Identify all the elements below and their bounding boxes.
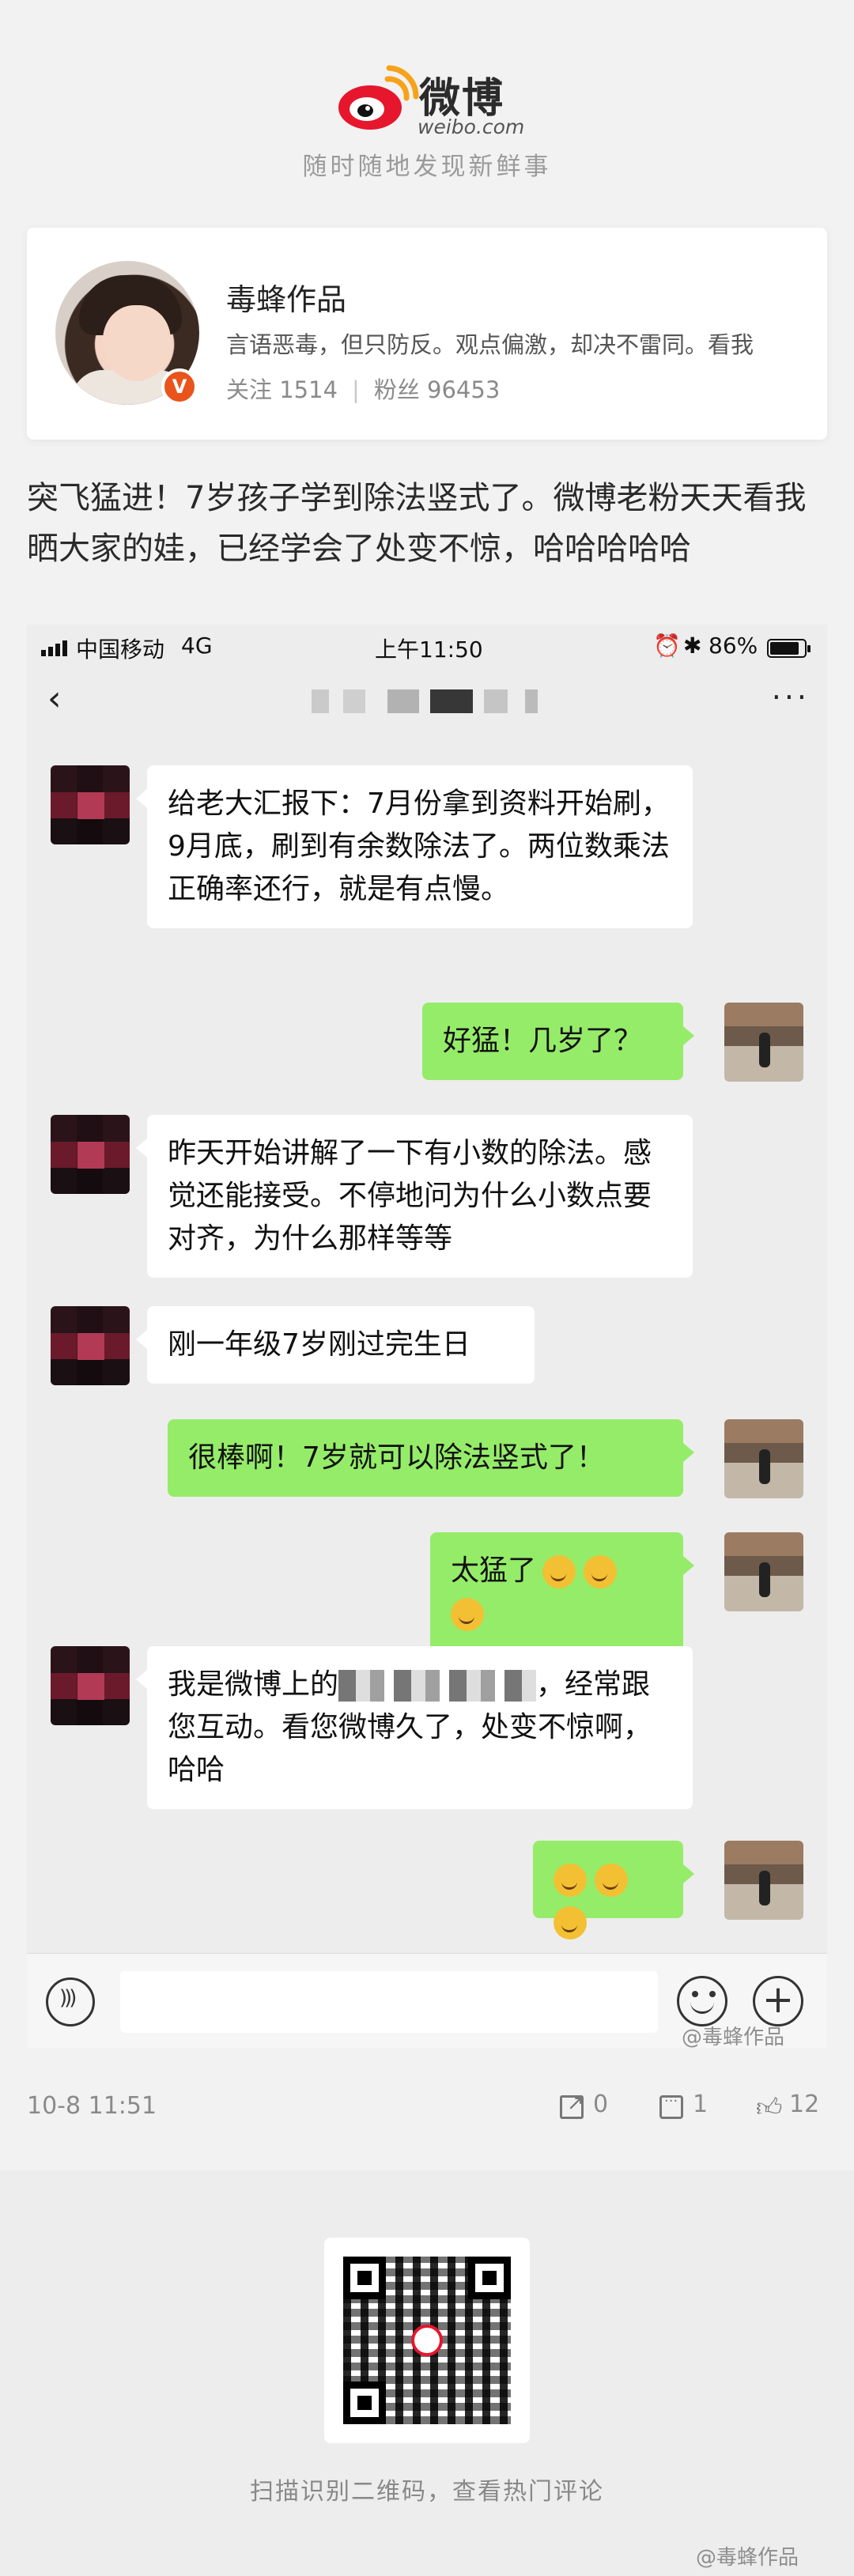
weibo-logo-icon <box>411 2325 443 2356</box>
profile-bio: 言语恶毒，但只防反。观点偏激，却决不雷同。看我 <box>226 331 754 358</box>
chat-nav-bar: ‹ ··· <box>27 669 827 732</box>
brand-domain: weibo.com <box>418 115 525 138</box>
grin-emoji-icon <box>451 1598 484 1631</box>
contact-avatar-pixelated[interactable] <box>51 1306 130 1385</box>
message-bubble-outgoing: 很棒啊！7岁就可以除法竖式了！ <box>168 1419 694 1497</box>
message-bubble-outgoing: 太猛了 <box>430 1532 694 1652</box>
repost-icon <box>560 2091 584 2119</box>
comment-count: 1 <box>693 2091 709 2118</box>
qr-code-pattern <box>343 2257 511 2424</box>
message-text-part: 我是微博上的 <box>168 1668 339 1701</box>
message-bubble-incoming: 刚一年级7岁刚过完生日 <box>136 1306 535 1384</box>
my-avatar[interactable] <box>724 1419 803 1498</box>
back-icon[interactable]: ‹ <box>47 682 62 716</box>
repost-count: 0 <box>593 2091 609 2118</box>
message-bubble-incoming: 给老大汇报下：7月份拿到资料开始刷，9月底，刷到有余数除法了。两位数乘法正确率还… <box>136 765 693 928</box>
chat-title-pixelated <box>312 689 565 713</box>
message-bubble-incoming: 我是微博上的 ，经常跟您互动。看您微博久了，处变不惊啊，哈哈 <box>136 1646 693 1809</box>
grin-emoji-icon <box>554 1864 587 1897</box>
message-bubble-outgoing: 好猛！几岁了？ <box>422 1003 694 1080</box>
following-count[interactable]: 关注 1514 <box>226 376 338 403</box>
post-timestamp: 10-8 11:51 <box>27 2092 157 2120</box>
phone-status-bar: 中国移动 4G 上午11:50 ⏰ ✱ 86% <box>27 625 827 669</box>
profile-card[interactable]: V 毒蜂作品 言语恶毒，但只防反。观点偏激，却决不雷同。看我 关注 1514 | 粉… <box>27 228 827 440</box>
avatar-face <box>103 305 171 381</box>
my-avatar[interactable] <box>724 1841 803 1920</box>
profile-name[interactable]: 毒蜂作品 <box>226 275 346 319</box>
post-image-chat-screenshot[interactable]: 中国移动 4G 上午11:50 ⏰ ✱ 86% ‹ ··· 给老大汇报下：7月份… <box>27 625 827 2048</box>
post-meta-bar: 10-8 11:51 0 1 👍︎ 12 <box>0 2086 854 2141</box>
battery-percent: 86% <box>709 633 758 659</box>
comment-icon <box>659 2093 683 2119</box>
my-avatar[interactable] <box>724 1532 803 1611</box>
network-label: 4G <box>181 633 213 659</box>
signal-icon <box>41 639 73 656</box>
profile-stats: 关注 1514 | 粉丝 96453 <box>226 372 500 405</box>
weibo-logo-icon <box>338 65 419 130</box>
alarm-icon: ⏰ <box>653 633 681 659</box>
brand-slogan: 随时随地发现新鲜事 <box>302 153 552 181</box>
like-count: 12 <box>789 2091 820 2118</box>
qr-code[interactable] <box>324 2238 530 2443</box>
carrier-label: 中国移动 <box>76 636 165 663</box>
chat-text-input[interactable] <box>120 1971 658 2033</box>
message-bubble-outgoing <box>533 1841 694 1940</box>
qr-caption: 扫描识别二维码，查看热门评论 <box>250 2478 604 2506</box>
qr-finder <box>343 2257 386 2299</box>
stats-separator: | <box>352 376 360 403</box>
battery-icon <box>767 639 811 658</box>
more-options-icon[interactable]: ··· <box>772 680 810 715</box>
bluetooth-icon: ✱ <box>683 633 702 659</box>
weibo-brand-header: 微博 weibo.com <box>0 55 854 142</box>
plus-icon[interactable]: + <box>753 1976 803 2026</box>
message-bubble-incoming: 昨天开始讲解了一下有小数的除法。感觉还能接受。不停地问为什么小数点要对齐，为什么… <box>136 1115 693 1278</box>
pixelated-username <box>338 1670 537 1702</box>
grin-emoji-icon <box>595 1864 628 1897</box>
thumbs-up-icon: 👍︎ <box>756 2092 783 2122</box>
followers-count[interactable]: 粉丝 96453 <box>374 376 500 403</box>
page-watermark: @毒蜂作品 <box>696 2546 799 2570</box>
contact-avatar-pixelated[interactable] <box>51 1115 130 1194</box>
post-text: 突飞猛进！7岁孩子学到除法竖式了。微博老粉天天看我晒大家的娃，已经学会了处变不惊… <box>27 480 807 567</box>
qr-finder <box>343 2381 386 2424</box>
grin-emoji-icon <box>554 1906 587 1940</box>
message-text: 太猛了 <box>451 1554 537 1587</box>
grin-emoji-icon <box>542 1555 576 1588</box>
qr-finder <box>468 2257 511 2299</box>
my-avatar[interactable] <box>724 1003 803 1082</box>
battery-fill <box>770 642 799 655</box>
status-time: 上午11:50 <box>375 636 483 663</box>
image-watermark: @毒蜂作品 <box>682 2026 785 2049</box>
voice-input-icon[interactable] <box>46 1977 95 2026</box>
verified-badge-icon: V <box>161 368 198 405</box>
contact-avatar-pixelated[interactable] <box>51 765 130 844</box>
grin-emoji-icon <box>584 1555 618 1588</box>
emoji-picker-icon[interactable] <box>677 1976 727 2026</box>
contact-avatar-pixelated[interactable] <box>51 1646 130 1725</box>
